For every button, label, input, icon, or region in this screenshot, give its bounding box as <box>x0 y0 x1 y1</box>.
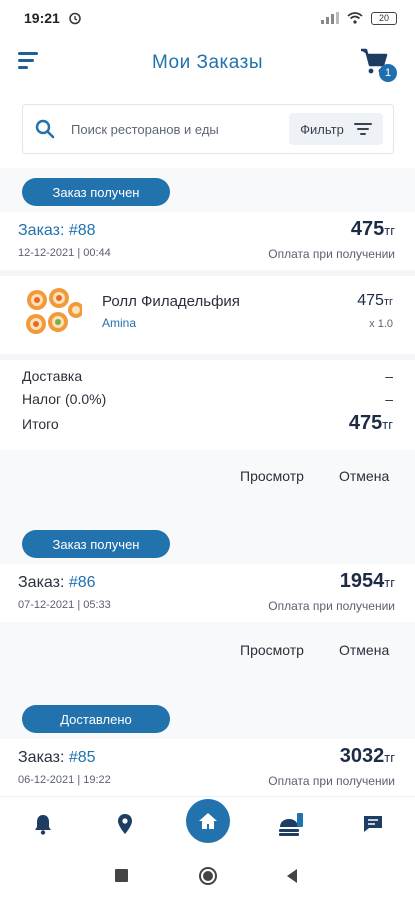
battery-icon: 20 <box>371 11 397 25</box>
location-icon[interactable] <box>112 811 138 837</box>
order-total: 1954тг <box>339 570 395 592</box>
order-date: 07-12-2021 | 05:33 <box>18 599 111 611</box>
system-home-button[interactable] <box>199 867 217 885</box>
recents-button[interactable] <box>115 869 128 882</box>
order-card: Доставлено Заказ: #85 06-12-2021 | 19:22… <box>0 705 415 796</box>
order-status-badge: Заказ получен <box>22 178 170 206</box>
order-status-badge: Заказ получен <box>22 530 170 558</box>
item-name: Ролл Филадельфия <box>102 293 240 310</box>
order-actions: Просмотр Отмена <box>0 450 415 502</box>
status-bar: 19:21 20 <box>0 0 415 36</box>
chat-icon[interactable] <box>360 811 386 837</box>
order-status-badge: Доставлено <box>22 705 170 733</box>
item-price: 475тг <box>357 292 393 309</box>
signal-icon <box>321 12 339 24</box>
alarm-icon <box>69 12 81 25</box>
wifi-icon <box>347 12 363 24</box>
order-date: 06-12-2021 | 19:22 <box>18 774 111 786</box>
payment-method: Оплата при получении <box>268 774 395 788</box>
cart-count-badge: 1 <box>379 64 397 82</box>
bell-icon[interactable] <box>30 811 56 837</box>
order-card: Заказ получен Заказ: #88 12-12-2021 | 00… <box>0 178 415 502</box>
cancel-button[interactable]: Отмена <box>339 468 389 484</box>
cancel-button[interactable]: Отмена <box>339 642 389 658</box>
order-header[interactable]: Заказ: #88 12-12-2021 | 00:44 475тг Опла… <box>0 212 415 270</box>
filter-icon <box>353 123 372 135</box>
order-number: Заказ: #88 <box>18 222 96 239</box>
search-icon <box>35 119 55 139</box>
payment-method: Оплата при получении <box>268 599 395 613</box>
payment-method: Оплата при получении <box>268 247 395 261</box>
view-button[interactable]: Просмотр <box>240 642 304 658</box>
order-header[interactable]: Заказ: #86 07-12-2021 | 05:33 1954тг Опл… <box>0 564 415 622</box>
order-card: Заказ получен Заказ: #86 07-12-2021 | 05… <box>0 530 415 684</box>
filter-button[interactable]: Фильтр <box>289 113 383 145</box>
order-summary: Доставка – Налог (0.0%) – Итого 475тг <box>0 354 415 450</box>
orders-list[interactable]: Заказ получен Заказ: #88 12-12-2021 | 00… <box>0 168 415 796</box>
order-item: Ролл Филадельфия Amina 475тг x 1.0 <box>0 270 415 354</box>
app-header: Мои Заказы 1 <box>0 36 415 90</box>
order-number: Заказ: #85 <box>18 749 96 766</box>
item-restaurant: Amina <box>102 316 137 330</box>
back-button[interactable] <box>285 868 299 884</box>
total-row: Итого 475тг <box>22 412 393 434</box>
home-icon <box>199 813 217 829</box>
search-input[interactable]: Поиск ресторанов и еды <box>71 122 289 137</box>
search-bar[interactable]: Поиск ресторанов и еды Фильтр <box>22 104 394 154</box>
order-date: 12-12-2021 | 00:44 <box>18 247 111 259</box>
cart-button[interactable]: 1 <box>359 46 397 82</box>
menu-icon[interactable] <box>18 52 42 72</box>
system-navigation-bar <box>0 852 415 900</box>
status-time: 19:21 <box>24 10 60 26</box>
bottom-navigation <box>0 796 415 852</box>
view-button[interactable]: Просмотр <box>240 468 304 484</box>
filter-label: Фильтр <box>300 121 344 137</box>
order-total: 3032тг <box>339 745 395 767</box>
page-title: Мои Заказы <box>152 52 263 73</box>
food-icon[interactable] <box>276 809 306 839</box>
delivery-row: Доставка – <box>22 368 393 384</box>
home-button[interactable] <box>186 799 230 843</box>
order-number: Заказ: #86 <box>18 574 96 591</box>
order-header[interactable]: Заказ: #85 06-12-2021 | 19:22 3032тг Опл… <box>0 739 415 796</box>
item-image <box>22 286 82 340</box>
item-quantity: x 1.0 <box>369 318 393 330</box>
tax-row: Налог (0.0%) – <box>22 391 393 407</box>
order-actions: Просмотр Отмена <box>0 622 415 684</box>
order-total: 475тг <box>350 218 395 240</box>
